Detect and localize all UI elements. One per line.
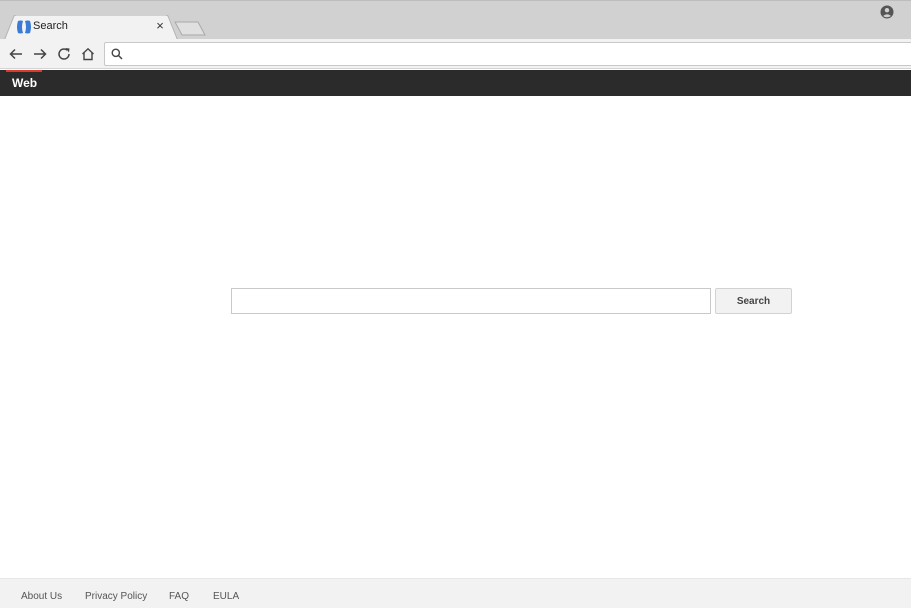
search-button[interactable]: Search: [715, 288, 792, 314]
nav-tab-web[interactable]: Web: [12, 76, 37, 90]
search-input[interactable]: [231, 288, 711, 314]
search-icon: [111, 48, 123, 60]
reload-button[interactable]: [54, 44, 74, 64]
tab-close-icon[interactable]: ×: [152, 18, 168, 34]
omnibox[interactable]: [104, 42, 911, 66]
footer-link-faq[interactable]: FAQ: [169, 591, 189, 602]
active-tab-indicator: [6, 70, 42, 72]
forward-button[interactable]: [30, 44, 50, 64]
tab-title: Search: [33, 20, 68, 32]
tab-strip: Search ×: [0, 0, 911, 41]
reload-icon: [58, 48, 70, 60]
browser-toolbar: [0, 39, 911, 69]
new-tab-button[interactable]: [174, 21, 206, 36]
profile-icon[interactable]: [880, 5, 894, 19]
arrow-left-icon: [9, 48, 22, 60]
footer-link-about-us[interactable]: About Us: [21, 591, 62, 602]
browser-window: Search × Web Search About Us Privacy Pol…: [0, 0, 911, 608]
back-button[interactable]: [6, 44, 26, 64]
site-favicon-icon: [17, 20, 31, 34]
arrow-right-icon: [34, 48, 47, 60]
footer: About Us Privacy Policy FAQ EULA: [0, 578, 911, 608]
home-icon: [82, 47, 94, 61]
omnibox-input[interactable]: [129, 45, 899, 63]
footer-link-privacy-policy[interactable]: Privacy Policy: [85, 591, 147, 602]
browser-tab-search[interactable]: Search ×: [4, 15, 179, 41]
site-nav-bar: Web: [0, 70, 911, 96]
home-button[interactable]: [78, 44, 98, 64]
footer-link-eula[interactable]: EULA: [213, 591, 239, 602]
